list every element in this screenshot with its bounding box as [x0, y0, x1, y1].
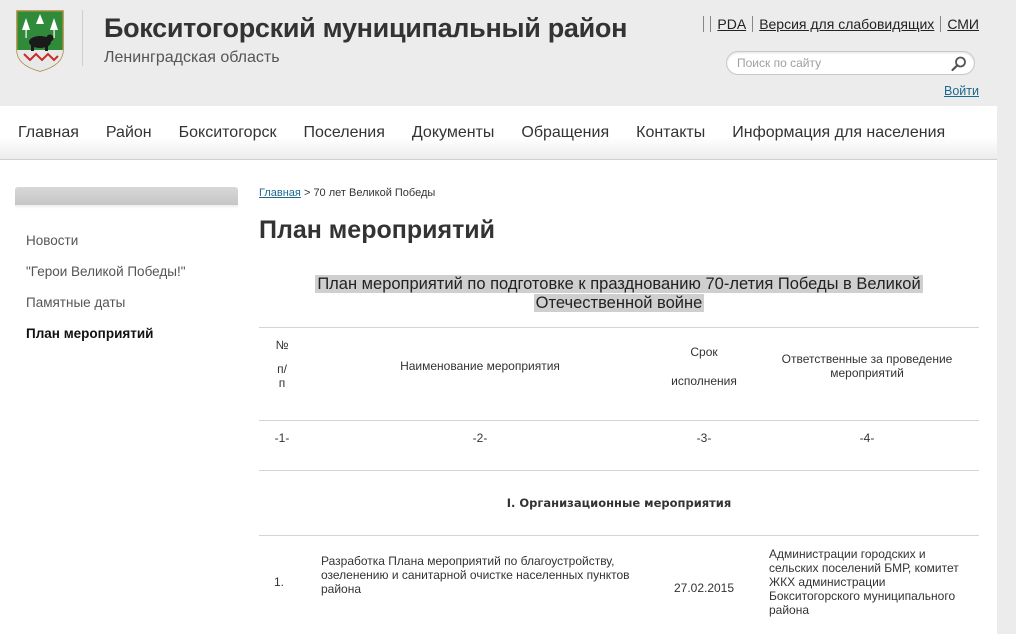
nav-item-appeals[interactable]: Обращения — [521, 124, 609, 142]
header-term-l1: Срок — [690, 345, 718, 359]
accessibility-version-link[interactable]: Версия для слабовидящих — [752, 16, 940, 32]
header-number-l2: п/ — [277, 361, 287, 376]
sidebar-item-news[interactable]: Новости — [26, 232, 185, 263]
sidebar-header — [15, 187, 238, 205]
header-event-name: Наименование мероприятия — [400, 359, 560, 373]
page-title: План мероприятий — [259, 216, 496, 244]
nav-item-settlements[interactable]: Поселения — [303, 124, 384, 142]
header-number-l1: № — [275, 338, 289, 352]
nav-item-home[interactable]: Главная — [18, 124, 79, 142]
sidebar-item-memorable-dates[interactable]: Памятные даты — [26, 294, 185, 325]
row-number: 1. — [274, 575, 285, 589]
header-term: Срок исполнения — [651, 345, 757, 388]
coat-of-arms-logo[interactable] — [16, 10, 64, 72]
header-divider — [82, 10, 83, 66]
search-icon[interactable] — [950, 55, 968, 73]
index-cell-4: -4- — [859, 431, 875, 445]
document-heading-line2: Отечественной войне — [533, 294, 705, 312]
nav-item-info[interactable]: Информация для населения — [732, 124, 945, 142]
search-input[interactable] — [737, 55, 937, 71]
sidebar-item-heroes[interactable]: "Герои Великой Победы!" — [26, 263, 185, 294]
section-title: I. Организационные мероприятия — [506, 496, 732, 510]
table-rule — [259, 327, 979, 328]
breadcrumb: Главная > 70 лет Великой Победы — [259, 187, 435, 199]
sidebar-item-event-plan[interactable]: План мероприятий — [26, 325, 185, 356]
header-number-l3: п — [278, 376, 286, 390]
pda-link[interactable]: PDA — [710, 16, 752, 32]
index-cell-2: -2- — [472, 431, 488, 445]
site-subtitle: Ленинградская область — [104, 49, 280, 66]
document-heading: План мероприятий по подготовке к праздно… — [259, 275, 979, 313]
header-number: № п/ п — [259, 338, 305, 391]
row-event-name: Разработка Плана мероприятий по благоуст… — [321, 554, 630, 596]
page-content: Новости "Герои Великой Победы!" Памятные… — [0, 160, 997, 634]
link-separator — [703, 16, 705, 32]
media-link[interactable]: СМИ — [940, 16, 979, 32]
header-term-l2: исполнения — [671, 374, 737, 388]
breadcrumb-separator: > — [303, 187, 311, 199]
search-box — [726, 51, 975, 75]
row-responsible: Администрации городских и сельских посел… — [769, 547, 959, 617]
table-rule — [259, 535, 979, 536]
site-header: Бокситогорский муниципальный район Ленин… — [0, 0, 1016, 106]
index-cell-1: -1- — [274, 431, 290, 445]
nav-item-contacts[interactable]: Контакты — [636, 124, 705, 142]
nav-item-boksitogorsk[interactable]: Бокситогорск — [179, 124, 277, 142]
login-link[interactable]: Войти — [944, 84, 979, 98]
nav-item-district[interactable]: Район — [106, 124, 152, 142]
index-cell-3: -3- — [696, 431, 712, 445]
breadcrumb-current: 70 лет Великой Победы — [313, 187, 436, 199]
nav-item-documents[interactable]: Документы — [412, 124, 494, 142]
table-rule — [259, 470, 979, 471]
site-title[interactable]: Бокситогорский муниципальный район — [104, 13, 627, 44]
table-rule — [259, 420, 979, 421]
main-nav: Главная Район Бокситогорск Поселения Док… — [0, 106, 997, 160]
breadcrumb-home-link[interactable]: Главная — [259, 187, 301, 199]
document-heading-line1: План мероприятий по подготовке к праздно… — [315, 275, 923, 293]
sidebar-header-shadow — [15, 205, 238, 209]
sidebar-menu: Новости "Герои Великой Победы!" Памятные… — [26, 232, 185, 356]
header-responsible: Ответственные за проведение мероприятий — [781, 352, 953, 380]
top-links: PDA Версия для слабовидящих СМИ — [703, 16, 979, 32]
row-term: 27.02.2015 — [673, 581, 735, 595]
